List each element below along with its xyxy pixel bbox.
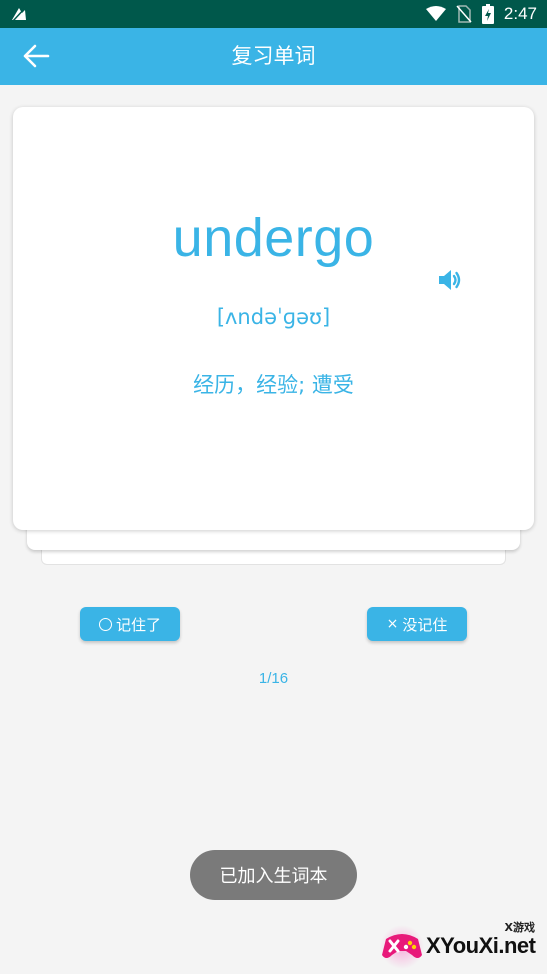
arrow-left-icon bbox=[23, 44, 50, 68]
word-text: undergo bbox=[172, 208, 375, 268]
card-stack: undergo [ʌndəˈɡəʊ] 经历，经验; 遭受 bbox=[0, 0, 547, 974]
pronounce-button[interactable] bbox=[435, 265, 465, 295]
notification-app-icon bbox=[12, 6, 27, 22]
watermark-brand: XYouXi.net bbox=[426, 933, 536, 958]
word-card[interactable]: undergo [ʌndəˈɡəʊ] 经历，经验; 遭受 bbox=[13, 107, 534, 530]
remembered-label: 记住了 bbox=[115, 615, 161, 634]
wifi-icon bbox=[425, 6, 446, 21]
close-icon: × bbox=[386, 616, 399, 632]
status-time: 2:47 bbox=[503, 4, 537, 23]
page-title: 复习单词 bbox=[231, 44, 316, 68]
speaker-icon bbox=[439, 270, 461, 290]
phonetic-text: [ʌndəˈɡəʊ] bbox=[216, 305, 331, 329]
card-stack-back-layer bbox=[41, 540, 506, 565]
remembered-button[interactable]: 记住了 bbox=[80, 607, 180, 641]
no-sim-icon bbox=[456, 5, 472, 23]
battery-icon bbox=[481, 4, 494, 24]
forgot-label: 没记住 bbox=[402, 615, 448, 634]
gamepad-logo-icon bbox=[380, 925, 424, 969]
forgot-button[interactable]: × 没记住 bbox=[367, 607, 467, 641]
back-button[interactable] bbox=[14, 38, 58, 74]
app-bar: 复习单词 bbox=[0, 28, 547, 85]
status-bar: 2:47 bbox=[0, 0, 547, 28]
definition-text: 经历，经验; 遭受 bbox=[193, 373, 354, 397]
toast-message: 已加入生词本 bbox=[190, 850, 357, 900]
circle-icon bbox=[98, 617, 112, 631]
progress-counter: 1/16 bbox=[258, 670, 289, 687]
status-icons: 2:47 bbox=[425, 0, 537, 28]
watermark: X游戏 XYouXi.net bbox=[378, 915, 547, 974]
